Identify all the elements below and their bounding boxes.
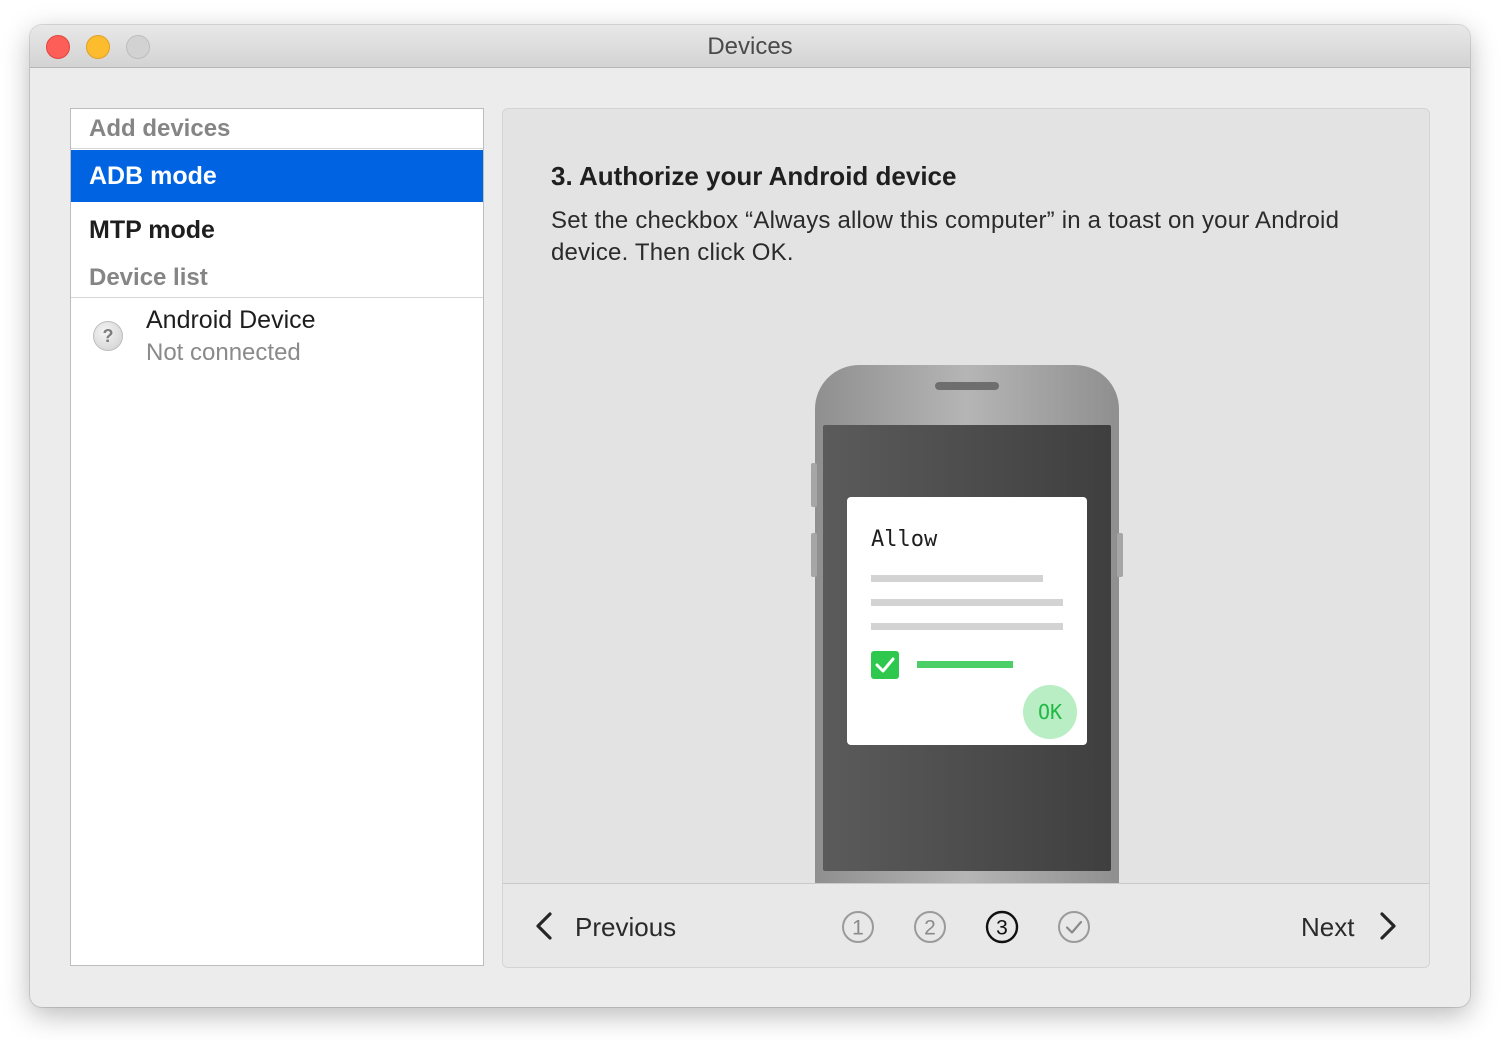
add-devices-header: Add devices	[71, 109, 483, 149]
step-2-indicator: 2	[914, 911, 946, 943]
ok-button-illustration: OK	[1023, 685, 1077, 739]
checkbox-checked-icon	[871, 651, 899, 679]
step-3-indicator: 3	[985, 910, 1019, 944]
dialog-title: Allow	[871, 527, 938, 552]
previous-button[interactable]: Previous	[531, 906, 701, 946]
sidebar-item-mtp-mode[interactable]: MTP mode	[71, 204, 483, 256]
text-placeholder-line	[871, 599, 1063, 606]
phone-speaker	[935, 382, 999, 390]
device-name: Android Device	[146, 306, 316, 334]
sidebar: Add devices ADB mode MTP mode Device lis…	[70, 108, 484, 966]
text-placeholder-line	[871, 575, 1043, 582]
title-bar[interactable]: Devices	[30, 25, 1470, 68]
phone-button	[811, 533, 817, 577]
step-title: 3. Authorize your Android device	[551, 161, 957, 191]
svg-text:2: 2	[924, 917, 936, 940]
svg-text:1: 1	[852, 917, 864, 940]
wizard-panel: 3. Authorize your Android device Set the…	[502, 108, 1430, 968]
chevron-right-icon	[1380, 912, 1396, 940]
sidebar-item-adb-mode[interactable]: ADB mode	[71, 150, 483, 202]
step-finish-check-icon	[1058, 911, 1090, 943]
phone-button	[811, 463, 817, 507]
question-mark-icon: ?	[93, 321, 123, 351]
phone-button	[1117, 533, 1123, 577]
checkbox-label-line	[917, 661, 1013, 668]
device-status: Not connected	[146, 339, 301, 366]
devices-window: Devices Add devices ADB mode MTP mode De…	[30, 25, 1470, 1007]
next-button[interactable]: Next	[1293, 906, 1403, 946]
window-title: Devices	[707, 33, 793, 60]
phone-screen: Allow OK	[823, 425, 1111, 871]
next-label: Next	[1301, 912, 1355, 942]
wizard-navigation: Previous 1 2 3 Next	[503, 883, 1429, 967]
svg-text:3: 3	[996, 917, 1008, 940]
device-list-header: Device list	[71, 258, 483, 298]
step-description: Set the checkbox “Always allow this comp…	[551, 207, 1340, 266]
previous-label: Previous	[575, 912, 677, 942]
device-list-item[interactable]: ? Android Device Not connected	[71, 301, 483, 371]
chevron-left-icon	[536, 912, 552, 940]
allow-dialog: Allow OK	[847, 497, 1087, 745]
text-placeholder-line	[871, 623, 1063, 630]
step-1-indicator: 1	[842, 911, 874, 943]
phone-illustration: Allow OK	[811, 365, 1123, 905]
